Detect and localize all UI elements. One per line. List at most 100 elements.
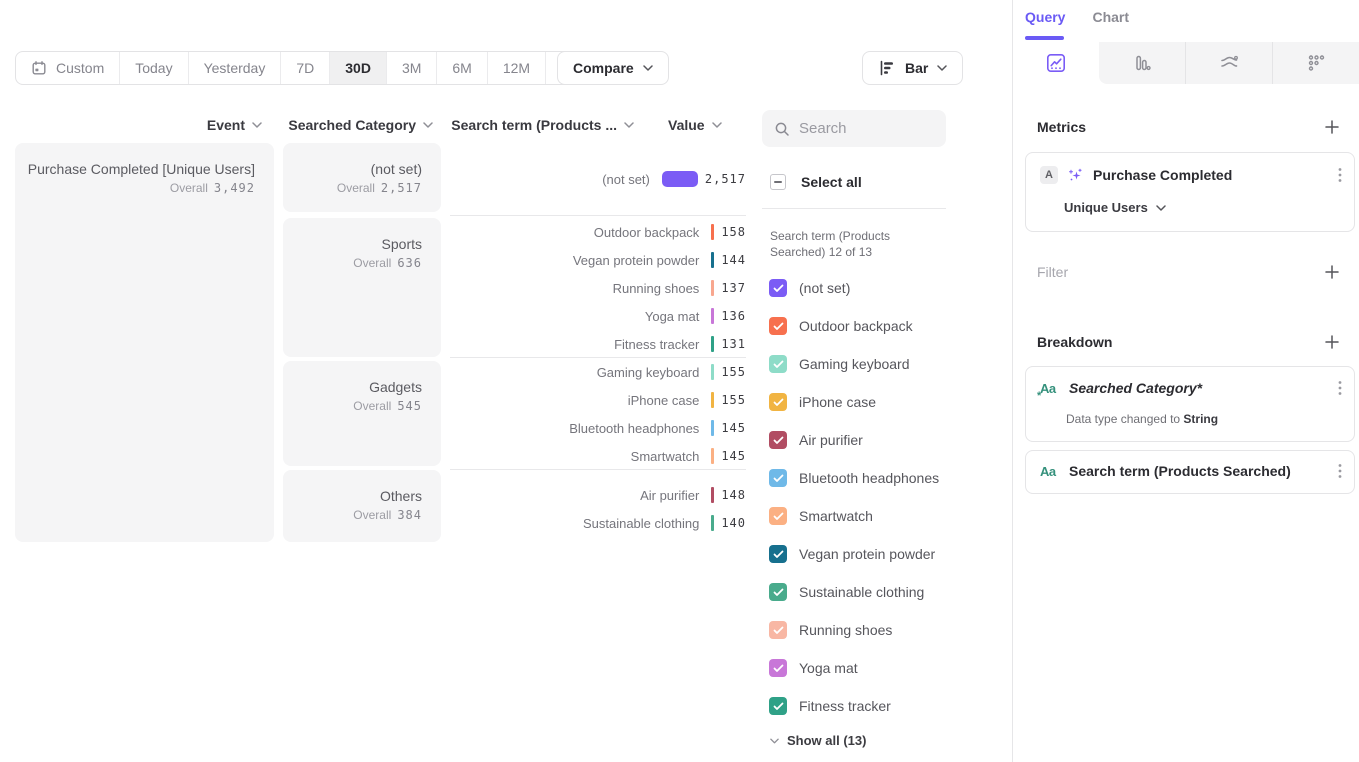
table-row[interactable]: (not set) 2,517 — [450, 143, 746, 215]
check-icon — [773, 550, 784, 559]
series-checkbox[interactable] — [769, 469, 787, 487]
report-type-flows[interactable] — [1185, 42, 1272, 84]
value-bar — [711, 487, 714, 503]
metric-card[interactable]: A Purchase Completed Unique Users — [1025, 152, 1355, 232]
retention-dots-icon — [1304, 51, 1328, 75]
term-label: Smartwatch — [450, 449, 711, 464]
legend-item[interactable]: Air purifier — [762, 421, 1012, 459]
report-type-insights-active[interactable] — [1013, 42, 1099, 84]
legend-item-label: Bluetooth headphones — [799, 470, 939, 486]
date-range-yesterday[interactable]: Yesterday — [188, 52, 281, 84]
column-header-label: Event — [207, 117, 245, 133]
column-header-event[interactable]: Event — [15, 116, 262, 134]
series-checkbox[interactable] — [769, 583, 787, 601]
table-row[interactable]: Yoga mat136 — [450, 302, 746, 330]
category-cell[interactable]: GadgetsOverall545 — [283, 361, 441, 466]
series-checkbox[interactable] — [769, 545, 787, 563]
chart-type-button[interactable]: Bar — [862, 51, 963, 85]
table-row[interactable]: Air purifier148 — [450, 481, 746, 509]
event-cell[interactable]: Purchase Completed [Unique Users] Overal… — [15, 143, 274, 542]
legend-item[interactable]: Vegan protein powder — [762, 535, 1012, 573]
term-group: Gaming keyboard155iPhone case155Bluetoot… — [450, 357, 746, 469]
legend-item[interactable]: Sustainable clothing — [762, 573, 1012, 611]
legend-item-label: iPhone case — [799, 394, 876, 410]
measure-selector[interactable]: Unique Users — [1064, 200, 1166, 215]
filter-heading: Filter — [1037, 264, 1068, 280]
table-row[interactable]: Outdoor backpack158 — [450, 218, 746, 246]
table-row[interactable]: Sustainable clothing140 — [450, 509, 746, 537]
legend-item[interactable]: Fitness tracker — [762, 687, 1012, 725]
legend-item[interactable]: Outdoor backpack — [762, 307, 1012, 345]
legend-item[interactable]: Gaming keyboard — [762, 345, 1012, 383]
value-bar — [711, 448, 714, 464]
add-metric-icon[interactable] — [1324, 119, 1340, 135]
select-all-checkbox[interactable]: Select all — [770, 174, 862, 190]
report-type-funnels[interactable] — [1099, 42, 1185, 84]
date-range-label: Custom — [56, 60, 104, 76]
report-type-strip — [1013, 42, 1359, 84]
series-checkbox[interactable] — [769, 355, 787, 373]
main-report-area: CustomTodayYesterday7D30D3M6M12MXTD Comp… — [0, 0, 1012, 762]
string-type-icon: Aa* — [1040, 381, 1060, 396]
value-bar — [711, 336, 714, 352]
show-all-link[interactable]: Show all (13) — [770, 733, 866, 748]
legend-item[interactable]: Yoga mat — [762, 649, 1012, 687]
series-checkbox[interactable] — [769, 621, 787, 639]
value-number: 145 — [721, 449, 746, 463]
breakdown-card-searched-category[interactable]: Aa* Searched Category* Data type changed… — [1025, 366, 1355, 442]
category-cell[interactable]: OthersOverall384 — [283, 470, 441, 542]
series-checkbox[interactable] — [769, 659, 787, 677]
value-number: 2,517 — [705, 172, 746, 186]
report-type-retention[interactable] — [1272, 42, 1359, 84]
term-group: Air purifier148Sustainable clothing140 — [450, 469, 746, 542]
series-checkbox[interactable] — [769, 697, 787, 715]
table-row[interactable]: Gaming keyboard155 — [450, 358, 746, 386]
category-cell[interactable]: SportsOverall636 — [283, 218, 441, 357]
legend-item-label: Gaming keyboard — [799, 356, 910, 372]
value-number: 144 — [721, 253, 746, 267]
divider — [762, 208, 946, 209]
flows-icon — [1217, 51, 1241, 75]
search-input[interactable] — [799, 120, 919, 137]
category-name: Gadgets — [283, 378, 422, 396]
breakdown-heading: Breakdown — [1037, 334, 1112, 350]
series-checkbox[interactable] — [769, 431, 787, 449]
date-range-today[interactable]: Today — [119, 52, 187, 84]
table-row[interactable]: iPhone case155 — [450, 386, 746, 414]
value-number: 137 — [721, 281, 746, 295]
check-icon — [773, 588, 784, 597]
add-breakdown-icon[interactable] — [1324, 334, 1340, 350]
series-checkbox[interactable] — [769, 393, 787, 411]
series-checkbox[interactable] — [769, 317, 787, 335]
legend-item[interactable]: Bluetooth headphones — [762, 459, 1012, 497]
value-bar — [711, 515, 714, 531]
series-search-box[interactable] — [762, 110, 946, 147]
table-row[interactable]: Smartwatch 145 — [450, 442, 746, 470]
legend-item[interactable]: iPhone case — [762, 383, 1012, 421]
table-row[interactable]: Running shoes137 — [450, 274, 746, 302]
legend-item[interactable]: (not set) — [762, 269, 1012, 307]
table-row[interactable]: Fitness tracker131 — [450, 330, 746, 358]
kebab-menu-icon[interactable] — [1338, 380, 1342, 396]
legend-item[interactable]: Running shoes — [762, 611, 1012, 649]
breakdown-card-search-term[interactable]: Aa Search term (Products Searched) — [1025, 450, 1355, 494]
tab-chart[interactable]: Chart — [1092, 9, 1129, 25]
table-row[interactable]: Bluetooth headphones145 — [450, 414, 746, 442]
indeterminate-checkbox-icon[interactable] — [770, 174, 786, 190]
series-checkbox[interactable] — [769, 279, 787, 297]
term-group: (not set) 2,517 — [450, 143, 746, 215]
legend-item[interactable]: Smartwatch — [762, 497, 1012, 535]
series-checkbox[interactable] — [769, 507, 787, 525]
kebab-menu-icon[interactable] — [1338, 463, 1342, 479]
tab-query[interactable]: Query — [1025, 9, 1065, 25]
date-range-custom[interactable]: Custom — [16, 52, 119, 84]
chart-type-label: Bar — [905, 60, 928, 76]
kebab-menu-icon[interactable] — [1338, 167, 1342, 183]
add-filter-icon[interactable] — [1324, 264, 1340, 280]
term-label: Bluetooth headphones — [450, 421, 711, 436]
term-label: iPhone case — [450, 393, 711, 408]
term-label: Fitness tracker — [450, 337, 711, 352]
table-row[interactable]: Vegan protein powder144 — [450, 246, 746, 274]
category-cell[interactable]: (not set)Overall2,517 — [283, 143, 441, 212]
term-label: (not set) — [450, 172, 662, 187]
